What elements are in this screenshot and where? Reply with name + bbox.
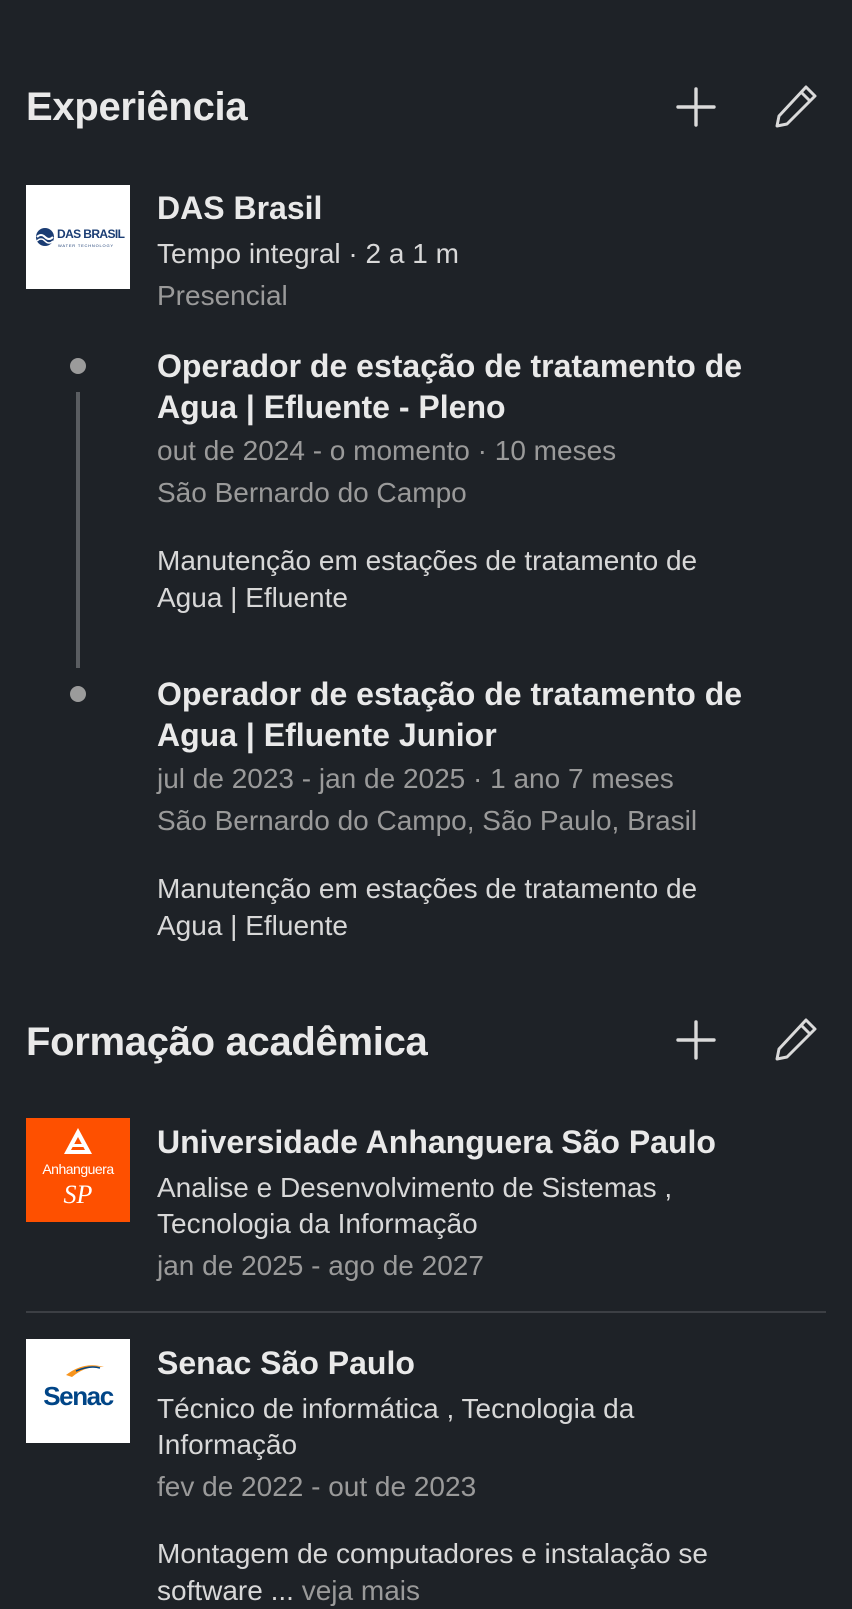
anhanguera-logo-subtext: SP bbox=[63, 1180, 93, 1209]
add-experience-button[interactable] bbox=[672, 83, 720, 131]
degree: Informação bbox=[157, 1429, 298, 1460]
experience-title: Experiência bbox=[26, 85, 248, 129]
edit-education-button[interactable] bbox=[772, 1015, 820, 1063]
education-dates: fev de 2022 - out de 2023 bbox=[157, 1471, 477, 1502]
education-title: Formação acadêmica bbox=[26, 1020, 428, 1064]
pencil-icon bbox=[775, 85, 817, 128]
degree: Técnico de informática , Tecnologia da bbox=[157, 1393, 635, 1424]
workplace-type: Presencial bbox=[157, 280, 288, 311]
senac-logo-text: Senac bbox=[43, 1381, 114, 1411]
anhanguera-logo-text: Anhanguera bbox=[42, 1161, 114, 1177]
school-name: Senac São Paulo bbox=[157, 1345, 415, 1381]
role-location: São Bernardo do Campo bbox=[157, 477, 467, 508]
role-description: Manutenção em estações de tratamento de bbox=[157, 873, 698, 904]
degree: Tecnologia da Informação bbox=[157, 1208, 478, 1239]
description-text: software ... bbox=[157, 1575, 294, 1606]
role-title: Operador de estação de tratamento de bbox=[157, 676, 743, 712]
role-description: Manutenção em estações de tratamento de bbox=[157, 545, 698, 576]
role-dates: out de 2024 - o momento · 10 meses bbox=[157, 435, 617, 466]
role-location: São Bernardo do Campo, São Paulo, Brasil bbox=[157, 805, 698, 836]
role-title: Agua | Efluente Junior bbox=[157, 717, 497, 753]
das-brasil-logo-text: DAS BRASIL bbox=[57, 227, 125, 241]
employment-type: Tempo integral · 2 a 1 m bbox=[157, 238, 459, 269]
education-dates: jan de 2025 - ago de 2027 bbox=[157, 1250, 484, 1281]
das-brasil-logo[interactable]: DAS BRASIL WATER TECHNOLOGY bbox=[26, 185, 130, 289]
anhanguera-logo[interactable]: Anhanguera SP bbox=[26, 1118, 130, 1222]
divider bbox=[26, 1311, 826, 1313]
plus-icon bbox=[676, 87, 716, 127]
timeline-dot bbox=[70, 358, 86, 374]
school-name: Universidade Anhanguera São Paulo bbox=[157, 1124, 716, 1160]
degree: Analise e Desenvolvimento de Sistemas , bbox=[157, 1172, 673, 1203]
role-title: Agua | Efluente - Pleno bbox=[157, 389, 506, 425]
company-name[interactable]: DAS Brasil bbox=[157, 188, 322, 229]
role-description: Agua | Efluente bbox=[157, 582, 348, 613]
education-description: software ... veja mais bbox=[157, 1573, 420, 1609]
timeline-line bbox=[76, 392, 80, 668]
see-more-link[interactable]: veja mais bbox=[302, 1575, 420, 1606]
edit-experience-button[interactable] bbox=[772, 82, 820, 130]
timeline-dot bbox=[70, 686, 86, 702]
role-description: Agua | Efluente bbox=[157, 910, 348, 941]
role-title: Operador de estação de tratamento de bbox=[157, 348, 743, 384]
plus-icon bbox=[676, 1020, 716, 1060]
senac-logo[interactable]: Senac bbox=[26, 1339, 130, 1443]
education-description: Montagem de computadores e instalação se bbox=[157, 1538, 708, 1569]
add-education-button[interactable] bbox=[672, 1016, 720, 1064]
role-dates: jul de 2023 - jan de 2025 · 1 ano 7 mese… bbox=[157, 763, 674, 794]
das-brasil-logo-subtext: WATER TECHNOLOGY bbox=[58, 243, 114, 248]
pencil-icon bbox=[775, 1018, 817, 1061]
